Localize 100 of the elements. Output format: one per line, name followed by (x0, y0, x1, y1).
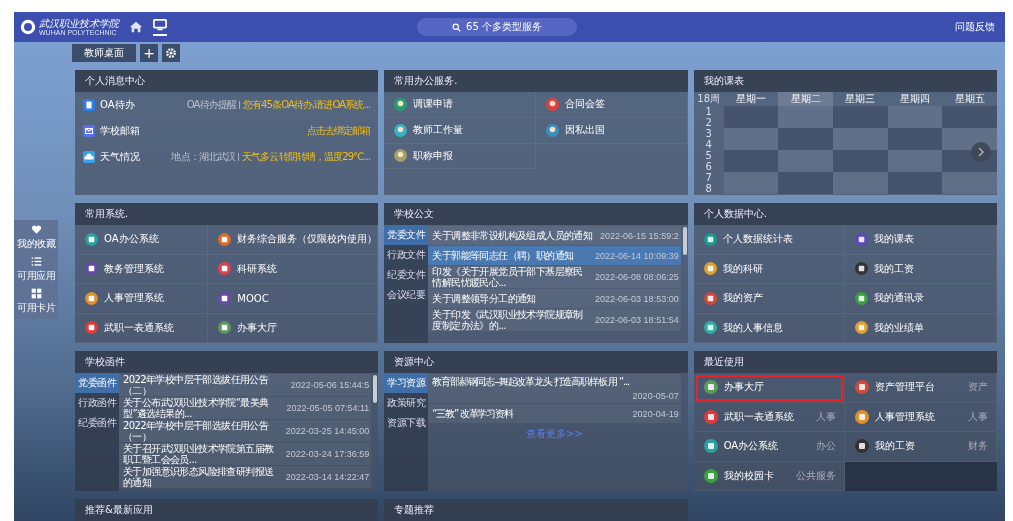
recent-app-item[interactable]: 武职一表通系统 人事 (693, 402, 846, 432)
message-name[interactable]: 天气情况 (100, 150, 140, 164)
message-name[interactable]: OA待办 (100, 98, 135, 112)
timetable-cell (942, 117, 997, 128)
feedback-link[interactable]: 问题反馈 (955, 20, 995, 34)
app-link[interactable]: 科研系统 (237, 261, 278, 276)
letter-row[interactable]: 2022年学校中层干部选拔任用公告（一） 2022-03-25 14:45:00 (119, 420, 372, 442)
resource-row[interactable]: 教育部郝钢同志--舞起改革龙头 打造高职样板 用 “... 2020-05-07 (428, 374, 681, 403)
app-link[interactable]: 职称申报 (413, 148, 454, 163)
recent-app-item[interactable]: 人事管理系统 人事 (845, 402, 997, 432)
panel-title: 学校函件 (75, 351, 379, 373)
category-tab[interactable]: 党委函件 (75, 373, 119, 393)
app-link[interactable]: 我的科研 (722, 261, 763, 276)
category-tab[interactable]: 会议纪要 (384, 285, 429, 305)
timetable-cell (833, 117, 888, 128)
next-arrow-button[interactable] (971, 142, 991, 162)
app-link[interactable]: 武职一表通系统 (104, 320, 174, 335)
app-link[interactable]: OA办公系统 (104, 232, 159, 247)
document-row[interactable]: 印发《关于开展党员干部下基层察民情解民忧暖民心... 2022-06-08 08:06:25 (428, 266, 681, 288)
home-icon[interactable] (129, 20, 143, 34)
app-link[interactable]: 我的工资 (874, 261, 915, 276)
panel-title: 学校公文 (384, 203, 688, 225)
scrollbar[interactable] (682, 227, 687, 255)
app-link[interactable]: 教师工作量 (413, 123, 464, 138)
document-row[interactable]: 关于调整领导分工的通知 2022-06-03 18:53:00 (428, 289, 681, 308)
recent-app-item[interactable]: 办事大厅 (693, 373, 846, 403)
letter-time: 2022-05-06 15:44:5 (290, 380, 370, 390)
dock-label[interactable]: 可用应用 (17, 269, 55, 283)
app-link[interactable]: 个人数据统计表 (722, 232, 793, 247)
recent-app-item[interactable]: 我的工资 财务 (845, 432, 997, 462)
letter-row[interactable]: 关于召开武汉职业技术学院第五届教职工暨工会会员... 2022-03-24 17:36:59 (119, 443, 372, 465)
panel-title: 推荐&最新应用 (75, 499, 379, 521)
heart-icon[interactable] (30, 224, 42, 235)
panel-title: 个人数据中心. (693, 203, 997, 225)
recent-app-item[interactable]: OA办公系统 办公 (693, 432, 846, 462)
add-tab-button[interactable]: + (140, 44, 158, 62)
period-number: 6 (704, 161, 713, 172)
recent-app-item[interactable]: 我的校园卡 公共服务 (693, 461, 846, 491)
app-link[interactable]: 教务管理系统 (104, 261, 164, 276)
category-tab[interactable]: 党委文件 (384, 225, 429, 245)
category-tab[interactable]: 政策研究 (384, 393, 429, 413)
category-tab[interactable]: 纪委文件 (384, 265, 429, 285)
timetable-cell (833, 172, 888, 183)
school-logo-icon (20, 19, 36, 35)
letter-title: 关于公布武汉职业技术学院“最美典型”遴选结果的... (123, 397, 270, 419)
message-alert[interactable]: 天气多云转阴转晴，温度29℃... (242, 150, 371, 164)
desk-tab[interactable]: 教师桌面 (72, 44, 136, 62)
period-number: 2 (704, 117, 713, 128)
app-link[interactable]: 我的业绩单 (874, 320, 925, 335)
app-link[interactable]: 我的人事信息 (722, 320, 783, 335)
message-note: 地点：湖北武汉 (171, 150, 236, 164)
message-alert[interactable]: 点击去绑定邮箱 (306, 124, 371, 138)
app-link[interactable]: 调课申请 (413, 97, 454, 112)
resource-date: 2020-05-07 (632, 391, 679, 401)
message-name[interactable]: 学校邮箱 (100, 124, 140, 138)
list-icon[interactable] (30, 256, 42, 267)
weekday-header: 星期一 (735, 92, 767, 106)
app-link[interactable]: 人事管理系统 (104, 291, 164, 306)
app-link[interactable]: 我的课表 (874, 232, 915, 247)
document-time: 2022-06-15 15:59:2 (600, 230, 679, 241)
timetable-cell (723, 117, 779, 128)
document-row[interactable]: 关于印发《武汉职业技术学院规章制度制定办法》的... 2022-06-03 18:51:54 (428, 309, 681, 331)
app-link[interactable]: 办事大厅 (237, 320, 278, 335)
category-tab[interactable]: 行政文件 (384, 245, 429, 265)
dock-label[interactable]: 可用卡片 (17, 301, 55, 315)
document-row[interactable]: 关于调整非常设机构及组成人员的通知 2022-06-15 15:59:2 (428, 226, 681, 245)
dock-label[interactable]: 我的收藏 (17, 237, 55, 251)
timetable-cell (942, 106, 997, 117)
panel-title: 最近使用 (693, 351, 997, 373)
app-link[interactable]: 我的资产 (722, 291, 763, 306)
weekday-header: 星期四 (899, 92, 931, 106)
app-category: 财务 (968, 439, 988, 454)
resource-title: “三教” 改革学习资料 (432, 408, 513, 419)
settings-icon[interactable] (162, 44, 180, 62)
scrollbar[interactable] (373, 375, 378, 403)
grid-icon[interactable] (30, 288, 42, 299)
category-tab[interactable]: 纪委函件 (75, 413, 119, 433)
app-link[interactable]: 合同会签 (565, 97, 605, 112)
recent-app-item[interactable]: 资产管理平台 资产 (845, 373, 997, 403)
document-row[interactable]: 关于郭能等同志任（聘）职的通知 2022-06-14 10:09:39 (428, 246, 681, 265)
search-field[interactable]: 65 个多类型服务 (417, 18, 577, 36)
category-tab[interactable]: 资源下载 (384, 413, 429, 433)
timetable-cell (942, 172, 997, 183)
letter-time: 2022-03-24 17:36:59 (285, 449, 370, 459)
app-link[interactable]: 我的通讯录 (874, 291, 925, 306)
resource-row[interactable]: “三教” 改革学习资料 2020-04-19 (428, 404, 681, 423)
app-link[interactable]: MOOC (237, 292, 269, 304)
message-note: OA待办提醒 (186, 98, 236, 112)
app-category: 资产 (968, 380, 988, 395)
app-link[interactable]: 财务综合服务（仅限校内使用） (237, 232, 378, 247)
message-alert[interactable]: 您有45条OA待办,请进OA系统... (242, 98, 371, 112)
letter-row[interactable]: 关于公布武汉职业技术学院“最美典型”遴选结果的... 2022-05-05 07:54:11 (119, 397, 372, 419)
letter-row[interactable]: 2022年学校中层干部选拔任用公告（二） 2022-05-06 15:44:5 (119, 374, 372, 396)
app-link[interactable]: 因私出国 (565, 123, 605, 138)
letter-row[interactable]: 关于加强意识形态风险排查研判报送的通知 2022-03-14 14:22:47 (119, 466, 372, 488)
resource-title: 教育部郝钢同志--舞起改革龙头 打造高职样板 用 “... (432, 376, 629, 387)
category-tab[interactable]: 学习资源 (384, 373, 429, 393)
timetable-cell (723, 139, 779, 150)
monitor-icon[interactable] (153, 18, 167, 36)
category-tab[interactable]: 行政函件 (75, 393, 119, 413)
